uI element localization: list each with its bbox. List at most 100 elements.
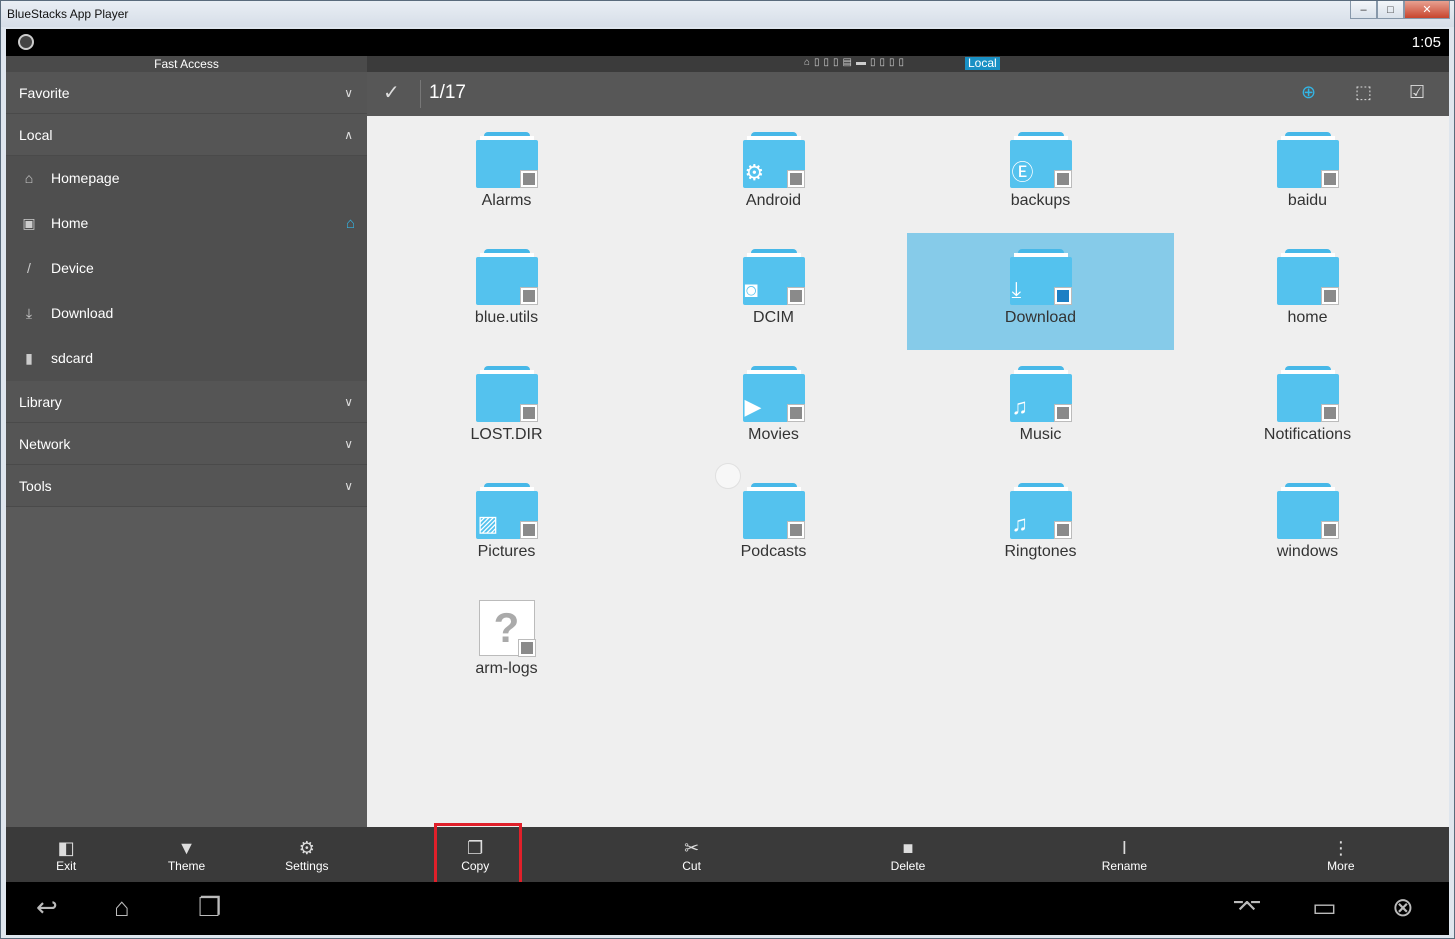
recent-apps-icon[interactable]: ❐: [198, 892, 221, 922]
sidebar-section-library[interactable]: Library ∨: [6, 381, 367, 423]
exit-icon: ◧: [57, 837, 75, 858]
folder-podcasts[interactable]: Podcasts: [640, 467, 907, 584]
folder-icon: [475, 249, 538, 305]
sidebar-item-sdcard[interactable]: ▮ sdcard: [6, 336, 367, 381]
file-label: Music: [1019, 426, 1062, 443]
sdcard-icon: ▮: [25, 350, 33, 366]
folder-icon: [475, 366, 538, 422]
music-folder-icon: ♫: [1009, 483, 1072, 539]
sidebar-section-network[interactable]: Network ∨: [6, 423, 367, 465]
file-label: Ringtones: [1004, 543, 1077, 560]
theme-label: Theme: [167, 858, 206, 873]
file-label: Podcasts: [740, 543, 807, 560]
delete-label: Delete: [890, 858, 926, 873]
cut-button[interactable]: ✂ Cut: [583, 827, 799, 882]
folder-pictures[interactable]: ▨ Pictures: [373, 467, 640, 584]
folder-music[interactable]: ♫ Music: [907, 350, 1174, 467]
folder-dcim[interactable]: ◙ DCIM: [640, 233, 907, 350]
file-label: blue.utils: [474, 309, 539, 326]
chevron-down-icon: ∨: [344, 395, 353, 409]
folder-alarms[interactable]: Alarms: [373, 116, 640, 233]
file-label: Download: [1004, 309, 1077, 326]
breadcrumb: ⌂▯▯▯▤▬▯▯▯▯ Local: [367, 56, 1449, 72]
close-app-icon[interactable]: ⊗: [1392, 892, 1414, 922]
share-icon[interactable]: ⌤: [1232, 892, 1262, 922]
web-search-icon[interactable]: ⊕: [1301, 82, 1316, 103]
bluestacks-window: BlueStacks App Player – □ ✕ 1:05 Fast Ac…: [0, 0, 1455, 939]
folder-icon: [1276, 366, 1339, 422]
select-range-icon[interactable]: ⬚: [1355, 82, 1372, 103]
file-label: Movies: [748, 426, 799, 443]
sidebar-item-label: Home: [51, 215, 89, 231]
folder-android[interactable]: ⚙ Android: [640, 116, 907, 233]
loading-spinner-icon: [715, 463, 741, 489]
sidebar-item-label: sdcard: [51, 350, 94, 366]
screen-rotate-icon[interactable]: ▭: [1312, 892, 1337, 922]
delete-button[interactable]: ■ Delete: [800, 827, 1016, 882]
file-label: Alarms: [481, 192, 532, 209]
done-check-icon[interactable]: ✓: [383, 80, 400, 105]
exit-label: Exit: [56, 858, 77, 873]
settings-button[interactable]: ⚙ Settings: [247, 827, 367, 882]
folder-icon: [1276, 132, 1339, 188]
file-label: baidu: [1287, 192, 1328, 209]
action-toolbar: ❐ Copy ✂ Cut ■ Delete I Rename ⋮ More: [367, 827, 1449, 882]
es-backup-folder-icon: Ⓔ: [1009, 132, 1072, 188]
android-screen: 1:05 Fast Access Favorite ∨ Local ∧ ⌂ Ho…: [6, 29, 1449, 935]
gear-icon: ⚙: [298, 837, 315, 858]
folder-notifications[interactable]: Notifications: [1174, 350, 1441, 467]
more-vertical-icon: ⋮: [1331, 837, 1350, 858]
folder-icon: [742, 483, 805, 539]
folder-ringtones[interactable]: ♫ Ringtones: [907, 467, 1174, 584]
sidebar-item-download[interactable]: ⤓ Download: [6, 291, 367, 336]
sidebar-section-favorite[interactable]: Favorite ∨: [6, 72, 367, 114]
download-folder-icon: ⤓: [1009, 249, 1072, 305]
folder-icon: [475, 132, 538, 188]
fast-access-sidebar: Fast Access Favorite ∨ Local ∧ ⌂ Homepag…: [6, 56, 367, 827]
folder-blue-utils[interactable]: blue.utils: [373, 233, 640, 350]
sidebar-item-device[interactable]: / Device: [6, 246, 367, 291]
close-window-button[interactable]: ✕: [1404, 1, 1450, 19]
sidebar-section-tools[interactable]: Tools ∨: [6, 465, 367, 507]
exit-button[interactable]: ◧ Exit: [6, 827, 126, 882]
set-home-icon[interactable]: ⌂: [346, 201, 355, 246]
more-label: More: [1327, 858, 1355, 873]
rename-button[interactable]: I Rename: [1016, 827, 1232, 882]
folder-download[interactable]: ⤓ Download: [907, 233, 1174, 350]
minimize-button[interactable]: –: [1350, 1, 1377, 19]
maximize-button[interactable]: □: [1377, 1, 1404, 19]
select-all-icon[interactable]: ☑: [1409, 82, 1425, 103]
file-label: Android: [745, 192, 802, 209]
more-button[interactable]: ⋮ More: [1233, 827, 1449, 882]
window-titlebar: BlueStacks App Player – □ ✕: [1, 1, 1454, 27]
camera-folder-icon: ▣: [22, 215, 36, 231]
selection-divider: [420, 80, 421, 108]
trash-icon: ■: [902, 837, 914, 858]
folder-backups[interactable]: Ⓔ backups: [907, 116, 1174, 233]
home-icon[interactable]: ⌂: [114, 892, 130, 922]
sidebar-section-local[interactable]: Local ∧: [6, 114, 367, 156]
tshirt-icon: ▼: [177, 837, 196, 858]
status-clock: 1:05: [1411, 34, 1441, 51]
sidebar-section-label: Favorite: [19, 85, 70, 101]
file-arm-logs[interactable]: ? arm-logs: [373, 584, 640, 701]
folder-movies[interactable]: ▶ Movies: [640, 350, 907, 467]
folder-icon: [1276, 249, 1339, 305]
android-folder-icon: ⚙: [742, 132, 805, 188]
cut-label: Cut: [682, 858, 701, 873]
sidebar-item-homepage[interactable]: ⌂ Homepage: [6, 156, 367, 201]
folder-windows[interactable]: windows: [1174, 467, 1441, 584]
sidebar-item-label: Download: [51, 305, 114, 321]
window-tabs-icons[interactable]: ⌂▯▯▯▤▬▯▯▯▯: [804, 57, 908, 68]
chevron-up-icon: ∧: [344, 128, 353, 142]
folder-lost-dir[interactable]: LOST.DIR: [373, 350, 640, 467]
sidebar-item-home[interactable]: ▣ Home ⌂: [6, 201, 367, 246]
back-icon[interactable]: ↩: [36, 892, 58, 922]
current-path-tab[interactable]: Local: [965, 57, 1000, 70]
theme-button[interactable]: ▼ Theme: [126, 827, 246, 882]
file-label: windows: [1276, 543, 1339, 560]
folder-home[interactable]: home: [1174, 233, 1441, 350]
selection-bar: ✓ 1/17 ⊕ ⬚ ☑: [367, 72, 1449, 116]
sidebar-section-label: Local: [19, 127, 53, 143]
folder-baidu[interactable]: baidu: [1174, 116, 1441, 233]
